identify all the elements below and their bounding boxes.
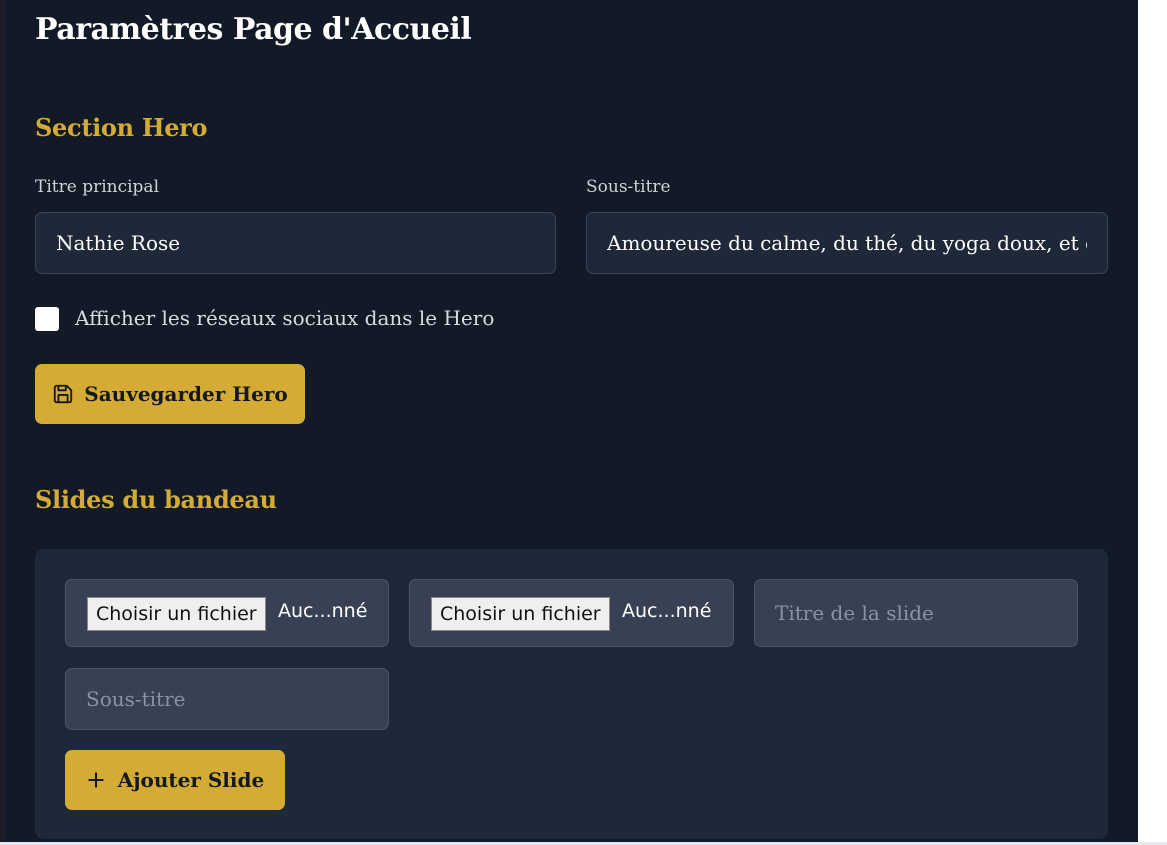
sous-titre-label: Sous-titre	[586, 177, 671, 197]
settings-panel: Paramètres Page d'Accueil Section Hero T…	[5, 0, 1138, 842]
choose-file-button[interactable]: Choisir un fichier	[87, 597, 266, 631]
save-icon	[52, 383, 74, 405]
titre-principal-input[interactable]	[35, 212, 556, 274]
slide-title-input[interactable]	[754, 579, 1078, 647]
titre-principal-label: Titre principal	[35, 177, 160, 197]
save-hero-button[interactable]: Sauvegarder Hero	[35, 364, 305, 424]
slide-mobile-image-file-input[interactable]: Choisir un fichier Auc...nné	[409, 579, 734, 647]
social-networks-checkbox-label: Afficher les réseaux sociaux dans le Her…	[75, 306, 495, 330]
slides-section-title: Slides du bandeau	[35, 485, 277, 514]
page-title: Paramètres Page d'Accueil	[35, 12, 472, 47]
add-slide-button[interactable]: Ajouter Slide	[65, 750, 285, 810]
plus-icon	[86, 770, 106, 790]
slides-card: Choisir un fichier Auc...nné Choisir un …	[35, 549, 1108, 839]
add-slide-button-label: Ajouter Slide	[117, 768, 265, 792]
file-status-text: Auc...nné	[622, 600, 712, 622]
slide-subtitle-input[interactable]	[65, 668, 389, 730]
save-hero-button-label: Sauvegarder Hero	[84, 382, 288, 406]
file-status-text: Auc...nné	[278, 600, 368, 622]
sous-titre-input[interactable]	[586, 212, 1108, 274]
choose-file-button[interactable]: Choisir un fichier	[431, 597, 610, 631]
social-networks-checkbox[interactable]	[35, 307, 59, 331]
hero-section-title: Section Hero	[35, 113, 208, 142]
window-edge-right	[1138, 0, 1167, 842]
slide-image-file-input[interactable]: Choisir un fichier Auc...nné	[65, 579, 389, 647]
